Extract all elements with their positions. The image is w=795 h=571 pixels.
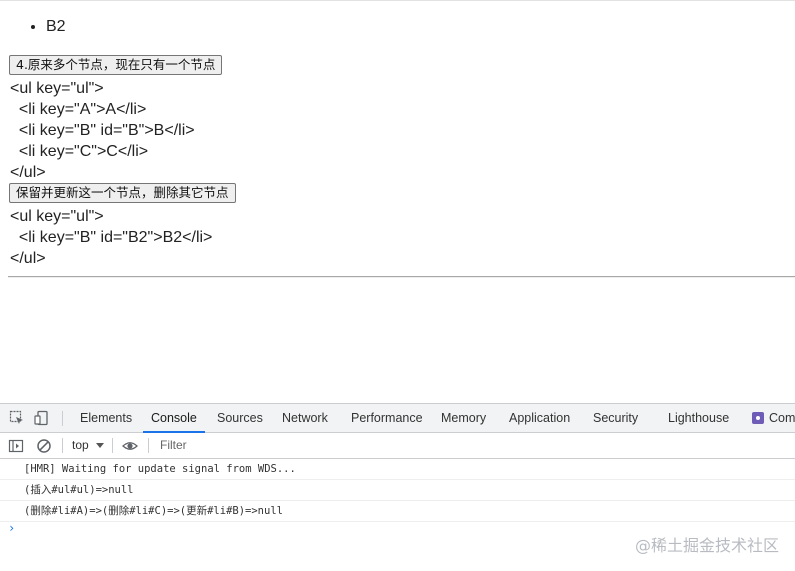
device-toggle-icon[interactable]: [34, 410, 50, 426]
console-message: (插入#ul#ul)=>null: [0, 480, 795, 501]
toolbar-separator: [112, 438, 113, 453]
code-after: <ul key="ul"> <li key="B" id="B2">B2</li…: [10, 208, 213, 267]
list-item: B2: [46, 17, 66, 37]
tab-console[interactable]: Console: [143, 404, 205, 433]
tab-sources[interactable]: Sources: [217, 404, 263, 432]
console-message-text: [HMR] Waiting for update signal from WDS…: [24, 463, 296, 475]
code-before: <ul key="ul"> <li key="A">A</li> <li key…: [10, 80, 195, 181]
toolbar-separator: [148, 438, 149, 453]
tab-memory[interactable]: Memory: [441, 404, 486, 432]
tab-components[interactable]: Com: [769, 404, 795, 432]
console-message: [HMR] Waiting for update signal from WDS…: [0, 459, 795, 480]
console-message-text: (插入#ul#ul)=>null: [24, 484, 134, 496]
tab-application[interactable]: Application: [509, 404, 570, 432]
sidebar-toggle-icon[interactable]: [8, 438, 24, 454]
filter-input[interactable]: Filter: [160, 433, 187, 458]
tab-network[interactable]: Network: [282, 404, 328, 432]
chevron-down-icon[interactable]: [96, 443, 104, 448]
console-message: (删除#li#A)=>(删除#li#C)=>(更新#li#B)=>null: [0, 501, 795, 522]
watermark: @稀土掘金技术社区: [634, 536, 779, 555]
multiple-to-single-node-button[interactable]: 4.原来多个节点，现在只有一个节点: [9, 55, 223, 75]
inspect-icon[interactable]: [9, 410, 25, 426]
tab-elements[interactable]: Elements: [80, 404, 132, 432]
top-divider: [0, 0, 795, 1]
tab-security[interactable]: Security: [593, 404, 638, 432]
keep-update-delete-others-button[interactable]: 保留并更新这一个节点，删除其它节点: [9, 183, 236, 203]
extension-icon[interactable]: [752, 412, 764, 424]
clear-console-icon[interactable]: [36, 438, 52, 454]
console-message-text: (删除#li#A)=>(删除#li#C)=>(更新#li#B)=>null: [24, 505, 283, 517]
devtools-panel: Elements Console Sources Network Perform…: [0, 403, 795, 571]
tab-lighthouse[interactable]: Lighthouse: [668, 404, 729, 432]
devtools-tabbar: Elements Console Sources Network Perform…: [0, 404, 795, 433]
context-selector[interactable]: top: [72, 433, 89, 458]
horizontal-rule-shadow: [8, 277, 795, 278]
eye-icon[interactable]: [122, 438, 138, 454]
page-content: B2 4.原来多个节点，现在只有一个节点 <ul key="ul"> <li k…: [0, 0, 795, 400]
tab-separator: [62, 411, 63, 426]
console-prompt-icon[interactable]: ›: [8, 521, 15, 535]
tab-performance[interactable]: Performance: [351, 404, 423, 432]
rendered-list: B2: [8, 17, 66, 37]
toolbar-separator: [62, 438, 63, 453]
console-toolbar: top Filter: [0, 433, 795, 459]
